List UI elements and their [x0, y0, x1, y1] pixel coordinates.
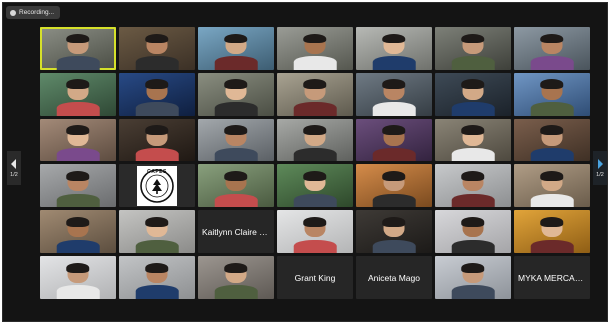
participant-tile[interactable]	[356, 118, 432, 162]
meeting-window: Recording... 1/2 CAPES Kaitlynn Claire E.…	[2, 2, 608, 322]
participant-video	[451, 215, 495, 254]
participant-video	[293, 78, 337, 116]
next-page-button[interactable]: 1/2	[593, 151, 607, 185]
participant-video	[214, 78, 258, 116]
participant-video	[530, 170, 574, 208]
participant-name: Grant King	[294, 272, 336, 283]
participant-tile[interactable]	[119, 72, 195, 116]
participant-name: Aniceta Mago	[368, 272, 420, 283]
participant-video	[135, 261, 179, 299]
participant-video	[451, 261, 495, 299]
participant-tile[interactable]	[119, 118, 195, 162]
chevron-right-icon	[598, 159, 603, 169]
participant-tile[interactable]	[435, 72, 511, 116]
participant-tile[interactable]	[514, 164, 590, 208]
participant-tile[interactable]	[356, 27, 432, 70]
participant-tile[interactable]	[198, 27, 274, 70]
participant-tile[interactable]	[277, 210, 353, 254]
participant-video	[135, 124, 179, 162]
participant-tile[interactable]	[40, 27, 116, 70]
participant-tile[interactable]	[198, 118, 274, 162]
participant-video	[293, 170, 337, 208]
participant-tile[interactable]	[514, 72, 590, 116]
participant-tile[interactable]	[119, 210, 195, 254]
participant-tile[interactable]	[277, 27, 353, 70]
participant-tile[interactable]	[277, 164, 353, 208]
participant-tile[interactable]	[119, 27, 195, 70]
participant-video	[56, 170, 100, 208]
participant-tile[interactable]	[40, 256, 116, 299]
participant-tile[interactable]	[356, 210, 432, 254]
participant-tile[interactable]	[198, 256, 274, 299]
participant-video	[135, 215, 179, 254]
participant-tile[interactable]	[40, 164, 116, 208]
participant-tile[interactable]	[40, 72, 116, 116]
participant-tile[interactable]	[514, 27, 590, 70]
participant-tile[interactable]	[435, 27, 511, 70]
participant-tile[interactable]	[356, 72, 432, 116]
participant-video	[214, 124, 258, 162]
participant-video	[372, 32, 416, 70]
participant-tile[interactable]	[277, 118, 353, 162]
gallery-grid: CAPES Kaitlynn Claire E... Grant King Anice…	[40, 27, 590, 299]
participant-tile[interactable]	[198, 72, 274, 116]
participant-video	[451, 78, 495, 116]
recording-indicator[interactable]: Recording...	[6, 6, 61, 19]
participant-tile[interactable]: Kaitlynn Claire E...	[198, 210, 274, 254]
participant-tile[interactable]	[435, 210, 511, 254]
participant-tile[interactable]: Aniceta Mago	[356, 256, 432, 299]
participant-video	[451, 170, 495, 208]
participant-video	[530, 32, 574, 70]
participant-video	[135, 78, 179, 116]
participant-video	[293, 124, 337, 162]
participant-video	[530, 124, 574, 162]
participant-video	[451, 32, 495, 70]
participant-video	[135, 32, 179, 70]
participant-video	[56, 124, 100, 162]
participant-tile[interactable]	[40, 118, 116, 162]
participant-tile[interactable]	[514, 118, 590, 162]
participant-video	[214, 32, 258, 70]
participant-video	[451, 124, 495, 162]
participant-video	[56, 32, 100, 70]
chevron-left-icon	[11, 159, 16, 169]
participant-tile[interactable]: Grant King	[277, 256, 353, 299]
recording-label: Recording...	[19, 9, 55, 16]
page-indicator-left: 1/2	[10, 172, 18, 178]
participant-video	[372, 124, 416, 162]
participant-tile[interactable]	[277, 72, 353, 116]
participant-tile[interactable]	[198, 164, 274, 208]
participant-name: Kaitlynn Claire E...	[202, 226, 272, 237]
participant-video	[372, 170, 416, 208]
participant-tile[interactable]	[435, 164, 511, 208]
participant-video	[214, 170, 258, 208]
participant-video	[56, 215, 100, 254]
participant-video	[56, 261, 100, 299]
participant-video	[293, 215, 337, 254]
participant-video	[530, 78, 574, 116]
participant-video	[372, 215, 416, 254]
capes-logo: CAPES	[137, 165, 177, 206]
participant-tile[interactable]	[119, 256, 195, 299]
recording-dot-icon	[10, 9, 16, 16]
participant-tile[interactable]: MYKA MERCADO	[514, 256, 590, 299]
participant-tile[interactable]	[356, 164, 432, 208]
participant-tile[interactable]: CAPES	[119, 164, 195, 208]
participant-video	[214, 261, 258, 299]
participant-video	[293, 32, 337, 70]
page-indicator-right: 1/2	[596, 172, 604, 178]
participant-tile[interactable]	[435, 256, 511, 299]
participant-video	[56, 78, 100, 116]
participant-tile[interactable]	[514, 210, 590, 254]
previous-page-button[interactable]: 1/2	[7, 151, 21, 185]
logo-text: CAPES	[147, 168, 167, 175]
participant-video	[530, 215, 574, 254]
participant-video	[372, 78, 416, 116]
participant-tile[interactable]	[40, 210, 116, 254]
participant-name: MYKA MERCADO	[518, 272, 588, 283]
participant-tile[interactable]	[435, 118, 511, 162]
